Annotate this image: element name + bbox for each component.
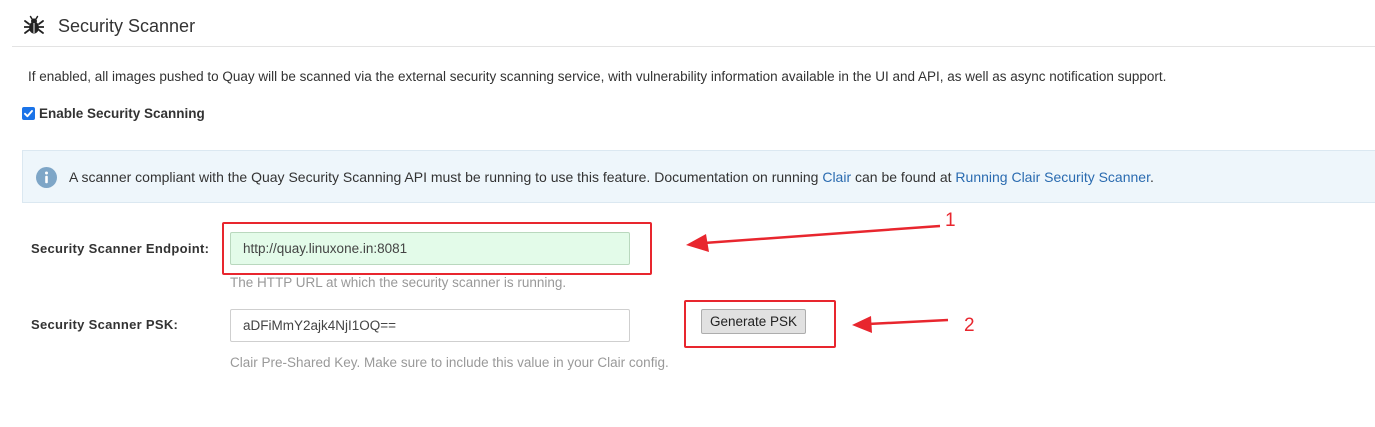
annotation-number-1: 1 (945, 210, 956, 231)
annotation-arrow-1 (703, 224, 941, 245)
annotation-arrows (686, 224, 949, 333)
annotation-arrowhead-1 (686, 234, 709, 252)
annotation-arrow-2 (867, 318, 949, 326)
annotation-arrowhead-2 (852, 316, 872, 333)
annotation-number-2: 2 (964, 315, 975, 336)
